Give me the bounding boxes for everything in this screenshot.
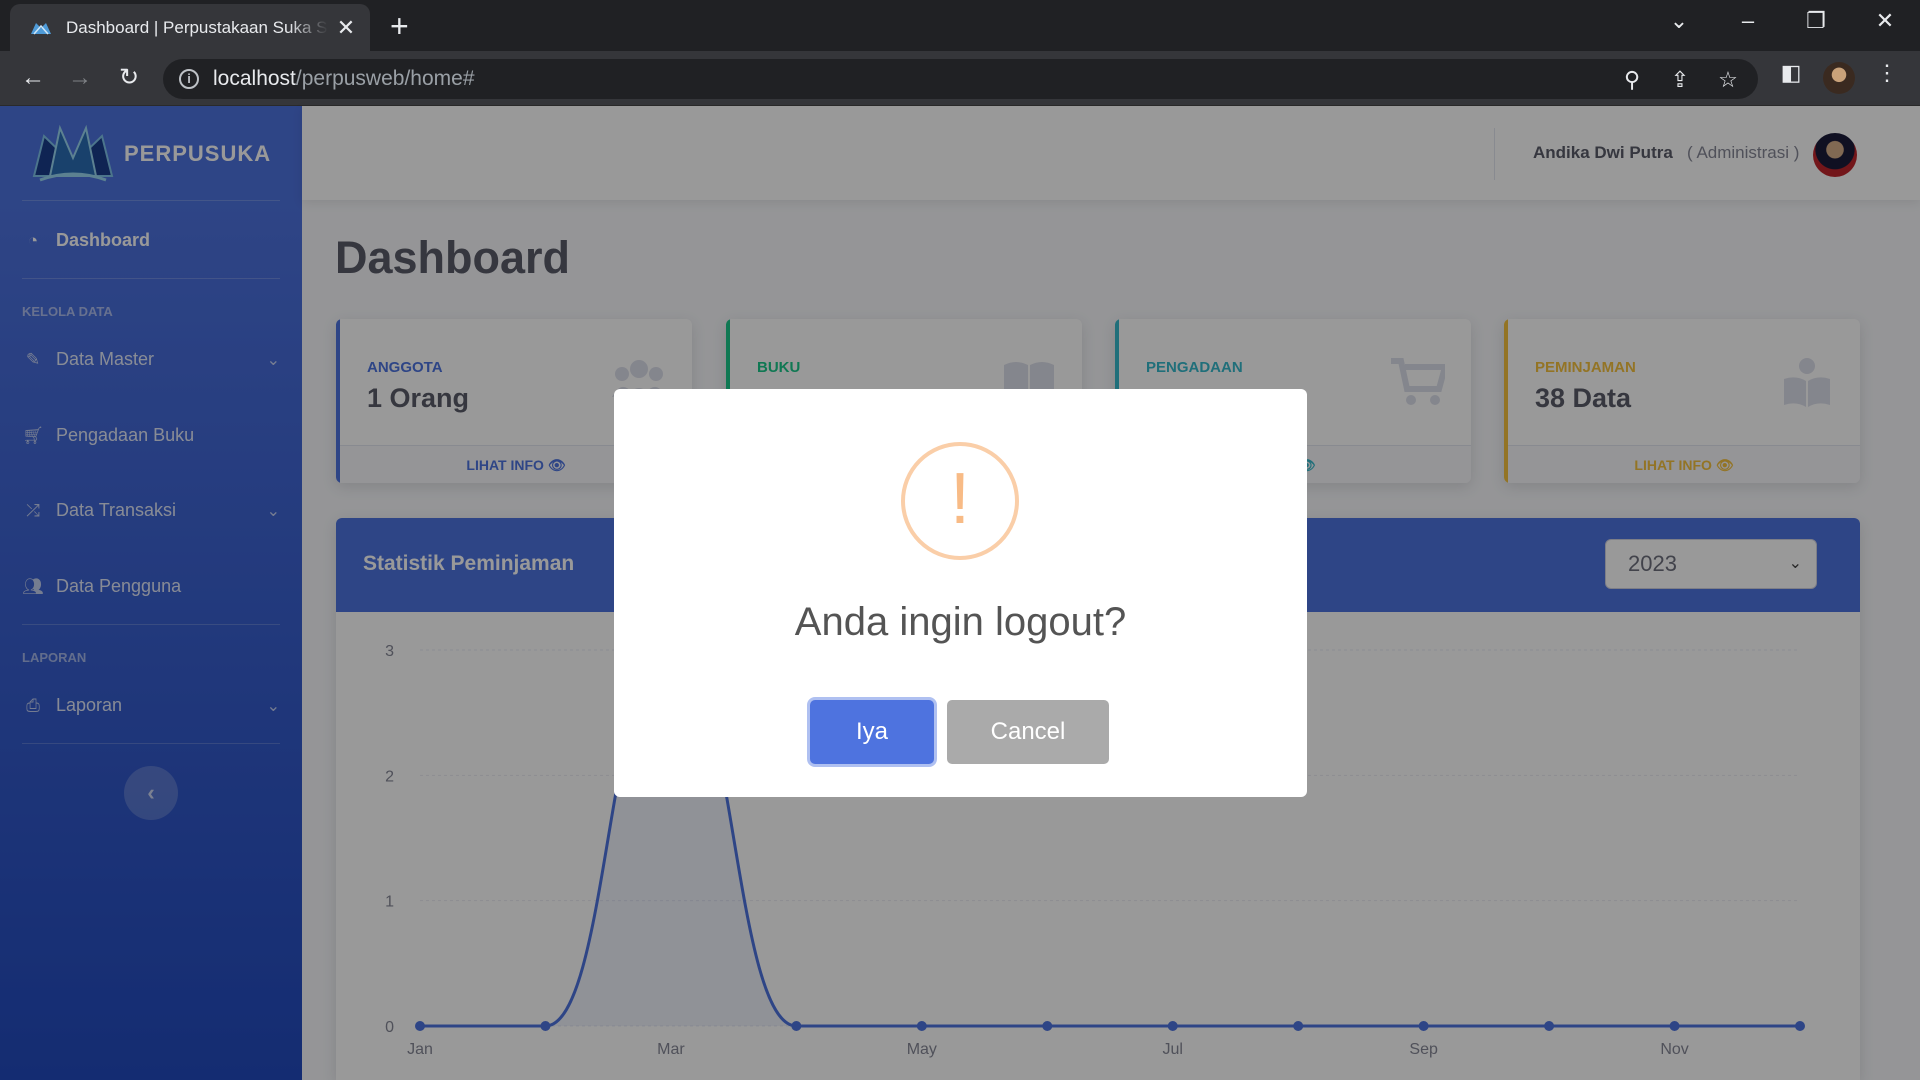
site-info-icon[interactable]: i [179, 69, 199, 89]
zoom-icon[interactable]: ⚲ [1618, 67, 1646, 93]
close-tab-icon[interactable]: ✕ [336, 15, 356, 41]
cancel-button[interactable]: Cancel [947, 700, 1109, 764]
logout-dialog: ! Anda ingin logout? Iya Cancel [614, 389, 1307, 797]
reload-icon[interactable]: ↻ [112, 61, 146, 95]
minimize-icon[interactable]: – [1733, 8, 1763, 34]
tab-title: Dashboard | Perpustakaan Suka Suka [66, 17, 328, 37]
share-icon[interactable]: ⇪ [1666, 67, 1694, 93]
book-favicon-icon [31, 22, 51, 34]
url-host: localhost [213, 67, 296, 90]
tab-search-icon[interactable]: ⌄ [1664, 8, 1694, 34]
confirm-logout-button[interactable]: Iya [810, 700, 934, 764]
browser-tab-bar: Dashboard | Perpustakaan Suka Suka ✕ + ⌄… [0, 0, 1920, 51]
warning-icon: ! [901, 442, 1019, 560]
browser-tab[interactable]: Dashboard | Perpustakaan Suka Suka ✕ [10, 4, 370, 51]
back-icon[interactable]: ← [16, 61, 50, 95]
browser-profile-avatar[interactable] [1823, 62, 1855, 94]
address-bar[interactable]: i localhost/perpusweb/home# ⚲ ⇪ ☆ [163, 59, 1758, 99]
close-window-icon[interactable]: ✕ [1870, 8, 1900, 34]
bookmark-star-icon[interactable]: ☆ [1714, 67, 1742, 93]
browser-menu-icon[interactable]: ⋮ [1872, 60, 1902, 86]
dialog-title: Anda ingin logout? [794, 600, 1127, 644]
forward-icon[interactable]: → [63, 61, 97, 95]
restore-icon[interactable]: ❐ [1801, 8, 1831, 34]
url-path: /perpusweb/home# [295, 67, 475, 90]
browser-toolbar: ← → ↻ i localhost/perpusweb/home# ⚲ ⇪ ☆ [0, 51, 1920, 106]
warning-mark: ! [949, 459, 970, 539]
new-tab-icon[interactable]: + [390, 8, 409, 45]
side-panel-icon[interactable]: ◧ [1776, 60, 1806, 86]
